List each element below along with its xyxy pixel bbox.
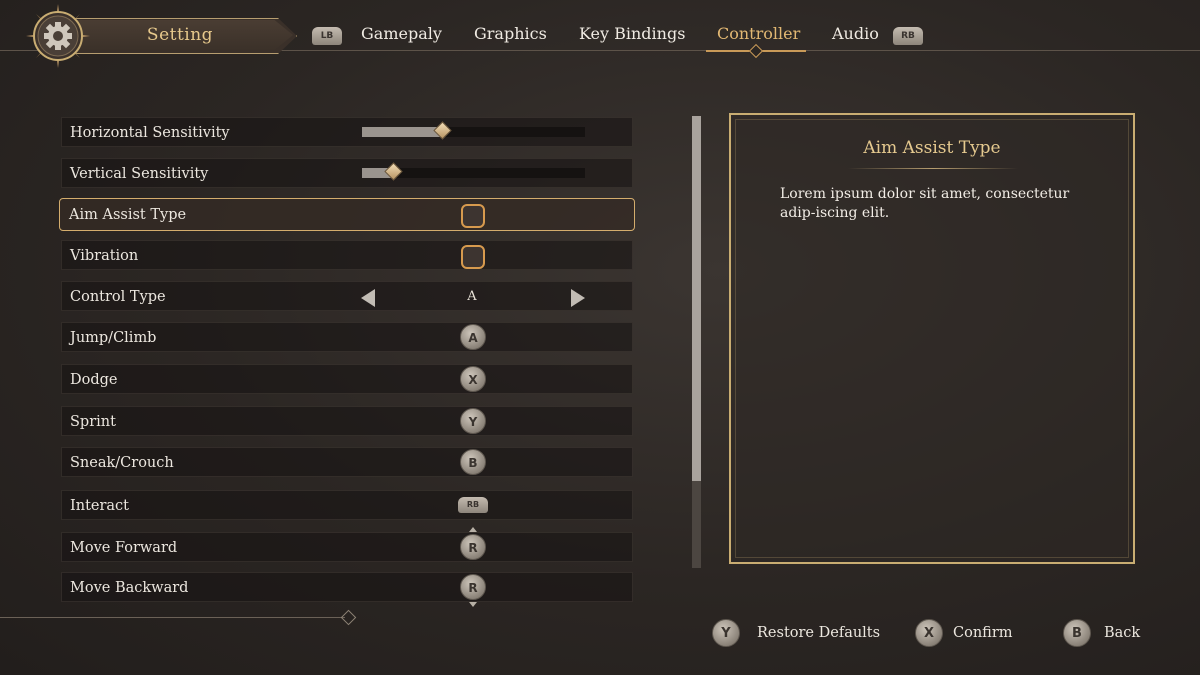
setting-label: Horizontal Sensitivity (70, 125, 230, 141)
detail-title-divider (848, 168, 1018, 169)
x-button-icon[interactable]: X (460, 366, 486, 392)
setting-label: Vibration (70, 248, 139, 264)
confirm-label: Confirm (953, 625, 1013, 641)
list-bottom-divider (0, 617, 345, 618)
setting-row-dodge[interactable]: Dodge X (61, 364, 633, 394)
a-button-icon[interactable]: A (460, 324, 486, 350)
lb-bumper-icon[interactable]: LB (312, 27, 342, 45)
detail-title: Aim Assist Type (863, 138, 1001, 158)
detail-description: Lorem ipsum dolor sit amet, consectetur … (780, 186, 1070, 221)
right-stick-icon[interactable]: R (460, 534, 486, 560)
setting-label: Move Forward (70, 540, 178, 556)
divider-diamond-icon (340, 609, 357, 626)
back-label: Back (1104, 625, 1141, 641)
setting-row-sneak-crouch[interactable]: Sneak/Crouch B (61, 447, 633, 477)
control-type-value: A (467, 289, 477, 304)
horizontal-sensitivity-slider[interactable] (362, 121, 585, 140)
tab-audio[interactable]: Audio (832, 20, 879, 48)
setting-label: Control Type (70, 289, 166, 305)
page-title: Setting (146, 25, 214, 45)
setting-label: Dodge (70, 372, 118, 388)
setting-row-control-type[interactable]: Control Type A (61, 281, 633, 311)
triangle-right-icon[interactable] (571, 289, 585, 307)
setting-label: Vertical Sensitivity (70, 166, 209, 182)
triangle-left-icon[interactable] (361, 289, 375, 307)
slider-fill (362, 127, 443, 137)
b-button-icon[interactable]: B (460, 449, 486, 475)
setting-row-sprint[interactable]: Sprint Y (61, 406, 633, 436)
vertical-sensitivity-slider[interactable] (362, 162, 585, 181)
setting-row-move-backward[interactable]: Move Backward R (61, 572, 633, 607)
setting-label: Sneak/Crouch (70, 455, 174, 471)
setting-row-move-forward[interactable]: Move Forward R (61, 527, 633, 562)
setting-row-aim-assist-type[interactable]: Aim Assist Type (59, 198, 635, 231)
setting-row-interact[interactable]: Interact RB (61, 490, 633, 520)
vibration-checkbox[interactable] (461, 245, 485, 269)
rb-button-icon[interactable]: RB (458, 497, 488, 513)
stick-up-arrow-icon (469, 527, 477, 532)
y-button-icon: Y (712, 619, 740, 647)
tab-controller[interactable]: Controller (717, 20, 800, 48)
setting-label: Interact (70, 498, 129, 514)
setting-label: Move Backward (70, 580, 189, 596)
list-scrollbar-thumb[interactable] (692, 116, 701, 481)
restore-defaults-label: Restore Defaults (757, 625, 881, 641)
aim-assist-checkbox[interactable] (461, 204, 485, 228)
setting-row-horizontal-sensitivity[interactable]: Horizontal Sensitivity (61, 117, 633, 147)
setting-row-vertical-sensitivity[interactable]: Vertical Sensitivity (61, 158, 633, 188)
right-stick-icon[interactable]: R (460, 574, 486, 600)
setting-row-vibration[interactable]: Vibration (61, 240, 633, 270)
y-button-icon[interactable]: Y (460, 408, 486, 434)
tab-key-bindings[interactable]: Key Bindings (579, 20, 685, 48)
setting-label: Jump/Climb (70, 330, 157, 346)
tab-graphics[interactable]: Graphics (474, 20, 547, 48)
gear-emblem-icon (26, 4, 90, 68)
stick-down-arrow-icon (469, 602, 477, 607)
tab-gameplay[interactable]: Gamepaly (361, 20, 442, 48)
b-button-icon: B (1063, 619, 1091, 647)
setting-label: Aim Assist Type (69, 207, 187, 223)
rb-bumper-icon[interactable]: RB (893, 27, 923, 45)
setting-label: Sprint (70, 414, 116, 430)
setting-row-jump-climb[interactable]: Jump/Climb A (61, 322, 633, 352)
x-button-icon: X (915, 619, 943, 647)
